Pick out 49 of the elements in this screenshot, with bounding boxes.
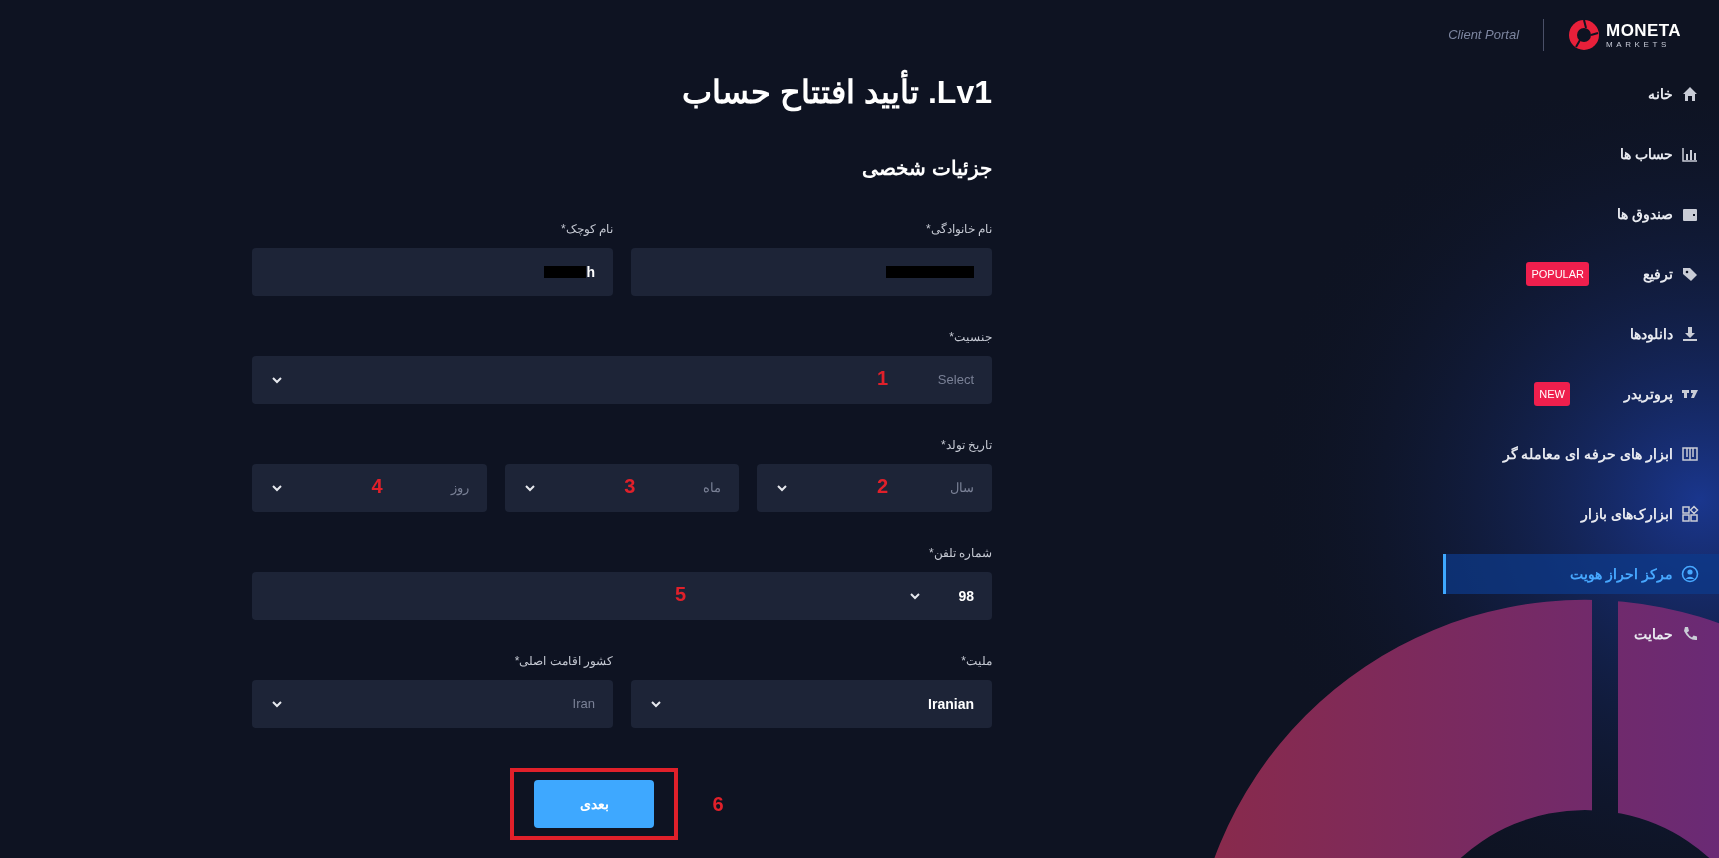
text-field[interactable]: h: [252, 248, 613, 296]
grid-icon: [1681, 505, 1699, 523]
field-label: ملیت*: [960, 653, 992, 670]
select-field[interactable]: Iran: [252, 680, 613, 728]
portal-label: Client Portal: [1448, 26, 1520, 45]
tag-icon: [1681, 265, 1699, 283]
field-label: کشور اقامت اصلی*: [513, 653, 613, 670]
bar-chart-icon: [1681, 145, 1699, 163]
sidebar-item[interactable]: ابزارک‌های بازار: [1410, 494, 1719, 534]
user-circle-icon: [1681, 565, 1699, 583]
sidebar-item[interactable]: مرکز احراز هویت: [1443, 554, 1719, 594]
field-label: تاریخ تولد*: [940, 437, 992, 454]
annotation-number: 6: [712, 792, 724, 817]
field-value: 98: [958, 586, 974, 606]
field-placeholder: ماه: [703, 479, 722, 498]
page-title: Lv1. تأیید افتتاح حساب: [252, 66, 992, 118]
annotation-number: 5: [674, 582, 686, 607]
select-field[interactable]: Iranian: [631, 680, 992, 728]
sidebar-item[interactable]: ابزار های حرفه ای معامله گر: [1410, 434, 1719, 474]
annotation-number: 2: [876, 474, 888, 499]
field-label: شماره تلفن*: [928, 545, 992, 562]
panel-icon: [1681, 445, 1699, 463]
field-placeholder: Iran: [572, 695, 595, 714]
sidebar-item[interactable]: حمایت: [1410, 614, 1719, 654]
field-label: نام خانوادگی*: [925, 221, 992, 238]
annotation-number: 3: [624, 474, 636, 499]
sidebar-item[interactable]: دانلودها: [1410, 314, 1719, 354]
field-value: Iranian: [928, 694, 974, 714]
field-label: جنسیت*: [948, 329, 992, 346]
field-value: h: [586, 262, 595, 282]
field-label: نام کوچک*: [560, 221, 613, 238]
logo-icon: [1568, 19, 1601, 51]
section-title: جزئیات شخصی: [861, 156, 992, 183]
annotation-number: 4: [371, 474, 383, 499]
sidebar-item[interactable]: خانه: [1410, 74, 1719, 114]
home-icon: [1681, 85, 1699, 103]
status-badge: POPULAR: [1526, 261, 1589, 287]
logo-subtitle: MARKETS: [1606, 40, 1671, 49]
status-badge: NEW: [1534, 381, 1570, 407]
sidebar-item[interactable]: حساب ها: [1410, 134, 1719, 174]
field-placeholder: سال: [950, 479, 974, 498]
annotation-number: 1: [876, 366, 888, 391]
phone-icon: [1681, 625, 1699, 643]
field-placeholder: Select: [937, 371, 974, 390]
sidebar-item[interactable]: صندوق ها: [1410, 194, 1719, 234]
field-placeholder: روز: [450, 479, 469, 498]
text-field[interactable]: [631, 248, 992, 296]
logo-wordmark: MONETA: [1606, 21, 1681, 39]
download-icon: [1681, 325, 1699, 343]
